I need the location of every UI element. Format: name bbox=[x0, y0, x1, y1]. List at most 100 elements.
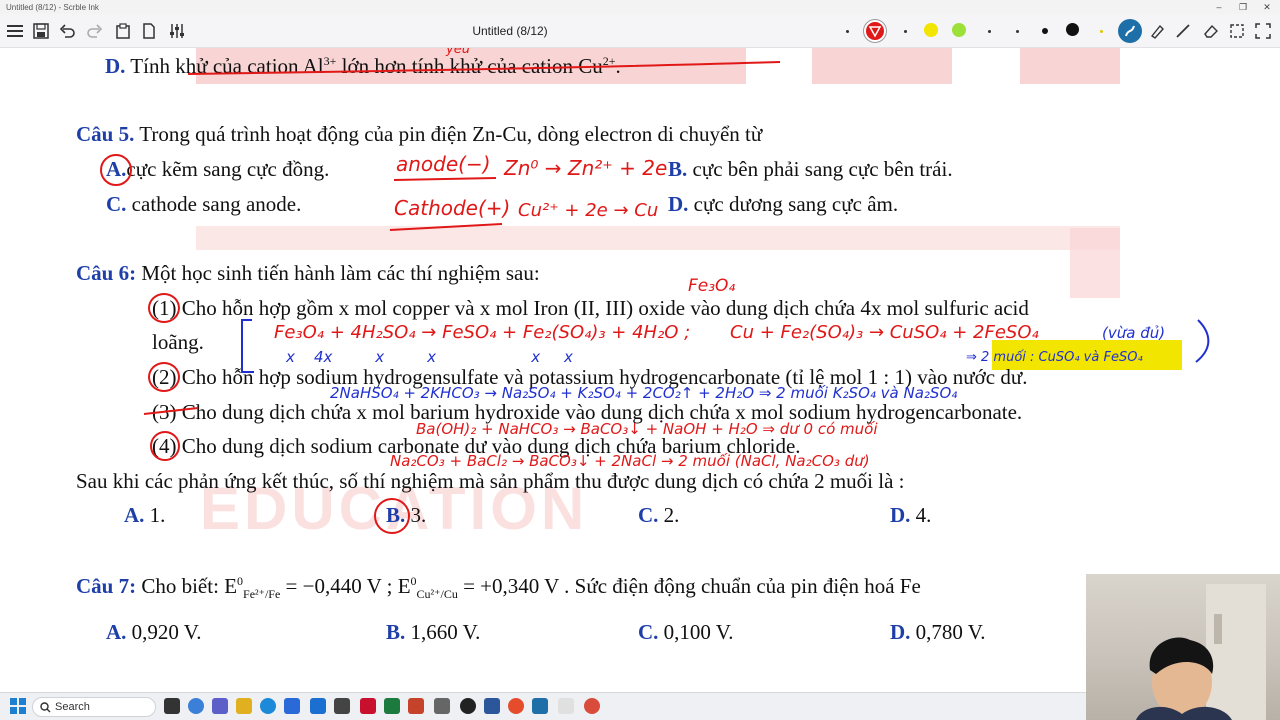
fullscreen-icon[interactable] bbox=[1252, 20, 1274, 42]
eraser-icon[interactable] bbox=[1200, 20, 1222, 42]
windows-start-icon[interactable] bbox=[10, 698, 26, 714]
watermark-shape bbox=[1070, 228, 1120, 298]
edge-icon[interactable] bbox=[260, 698, 276, 714]
q5-option-d[interactable]: D. cực dương sang cực âm. bbox=[668, 192, 898, 217]
q7-option-a[interactable]: A. 0,920 V. bbox=[106, 620, 202, 645]
option-text: 0,920 V. bbox=[131, 620, 202, 644]
powerpoint-icon[interactable] bbox=[408, 698, 424, 714]
minimize-button[interactable]: – bbox=[1208, 1, 1230, 13]
option-text: 1. bbox=[144, 503, 166, 527]
option-text: 0,100 V. bbox=[663, 620, 734, 644]
option-label: B. bbox=[386, 620, 406, 644]
maximize-button[interactable]: ❐ bbox=[1232, 1, 1254, 13]
question-label: Câu 6: bbox=[76, 261, 137, 285]
option-label: C. bbox=[106, 192, 127, 216]
teams-icon[interactable] bbox=[212, 698, 228, 714]
option-label: D. bbox=[668, 192, 689, 216]
annotation-yeu: yếu bbox=[446, 48, 470, 57]
question-text: Một học sinh tiến hành làm các thí nghiệ… bbox=[141, 261, 540, 285]
option-text: cathode sang anode. bbox=[131, 192, 302, 216]
terminal-icon[interactable] bbox=[334, 698, 350, 714]
green-pen-swatch[interactable] bbox=[952, 23, 966, 37]
page-icon[interactable] bbox=[138, 20, 160, 42]
select-icon[interactable] bbox=[1226, 20, 1248, 42]
size-dot[interactable] bbox=[1016, 30, 1019, 33]
webcam-overlay bbox=[1086, 574, 1280, 720]
app-icon[interactable] bbox=[558, 698, 574, 714]
question-text: = +0,340 V . Sức điện động chuẩn của pin… bbox=[463, 574, 921, 598]
answer-circle bbox=[374, 498, 410, 534]
option-label: B. bbox=[668, 157, 688, 181]
option-text: 2. bbox=[658, 503, 680, 527]
strike-annotation bbox=[143, 407, 199, 415]
item-circle bbox=[148, 362, 180, 392]
option-text: cực dương sang cực âm. bbox=[693, 192, 899, 216]
pen-icon[interactable] bbox=[1118, 19, 1142, 43]
app-icon[interactable] bbox=[310, 698, 326, 714]
question-text: Sau khi các phản ứng kết thúc, số thí ng… bbox=[76, 469, 905, 493]
undo-icon[interactable] bbox=[56, 20, 78, 42]
line-icon[interactable] bbox=[1172, 20, 1194, 42]
size-dot[interactable] bbox=[846, 30, 849, 33]
q5-option-a[interactable]: A.cực kẽm sang cực đồng. bbox=[106, 157, 329, 182]
chrome-icon[interactable] bbox=[508, 698, 524, 714]
app-icon[interactable] bbox=[434, 698, 450, 714]
copilot-icon[interactable] bbox=[188, 698, 204, 714]
strike-annotation bbox=[187, 61, 781, 75]
q7-option-b[interactable]: B. 1,660 V. bbox=[386, 620, 480, 645]
q7-option-c[interactable]: C. 0,100 V. bbox=[638, 620, 734, 645]
option-label: D. bbox=[890, 620, 911, 644]
item-circle bbox=[150, 431, 180, 461]
q6-option-c[interactable]: C. 2. bbox=[638, 503, 679, 528]
watermark-shape bbox=[196, 226, 1120, 250]
menu-icon[interactable] bbox=[4, 20, 26, 42]
paste-icon[interactable] bbox=[112, 20, 134, 42]
black-pen-swatch[interactable] bbox=[1066, 23, 1079, 36]
task-view-icon[interactable] bbox=[164, 698, 180, 714]
file-explorer-icon[interactable] bbox=[236, 698, 252, 714]
q6-option-d[interactable]: D. 4. bbox=[890, 503, 931, 528]
question-text: Cho biết: bbox=[141, 574, 219, 598]
close-button[interactable]: ✕ bbox=[1256, 1, 1278, 13]
presenter-video bbox=[1136, 584, 1266, 720]
q5-option-b[interactable]: B. cực bên phải sang cực bên trái. bbox=[668, 157, 953, 182]
option-label: A. bbox=[106, 620, 127, 644]
obs-icon[interactable] bbox=[460, 698, 476, 714]
annotation-fe3o4: Fe₃O₄ bbox=[688, 276, 736, 296]
word-icon[interactable] bbox=[484, 698, 500, 714]
option-label: A. bbox=[124, 503, 145, 527]
option-label: C. bbox=[638, 503, 659, 527]
subscript: Cu²⁺/Cu bbox=[416, 587, 458, 602]
option-text: cực kẽm sang cực đồng. bbox=[126, 157, 330, 181]
size-dot[interactable] bbox=[988, 30, 991, 33]
answer-circle bbox=[100, 154, 132, 186]
settings-icon[interactable] bbox=[166, 20, 188, 42]
electrode-potential-1: E0Fe²⁺/Fe bbox=[224, 574, 281, 602]
question-text: Trong quá trình hoạt động của pin điện Z… bbox=[139, 122, 763, 146]
q5-option-c[interactable]: C. cathode sang anode. bbox=[106, 192, 301, 217]
excel-icon[interactable] bbox=[384, 698, 400, 714]
save-icon[interactable] bbox=[30, 20, 52, 42]
window-titlebar: Untitled (8/12) - Scrble Ink – ❐ ✕ bbox=[0, 0, 1280, 14]
underline-annotation bbox=[389, 177, 503, 231]
q7-option-d[interactable]: D. 0,780 V. bbox=[890, 620, 986, 645]
option-text: 1,660 V. bbox=[410, 620, 481, 644]
black-small-swatch[interactable] bbox=[1042, 28, 1048, 34]
item-text: loãng. bbox=[152, 330, 204, 354]
zalo-icon[interactable] bbox=[284, 698, 300, 714]
highlighter-icon[interactable] bbox=[1146, 20, 1168, 42]
size-dot[interactable] bbox=[1100, 30, 1103, 33]
pdf-reader-icon[interactable] bbox=[360, 698, 376, 714]
app-icon[interactable] bbox=[584, 698, 600, 714]
red-pen-swatch[interactable] bbox=[864, 20, 886, 42]
redo-icon[interactable] bbox=[84, 20, 106, 42]
q6-option-a[interactable]: A. 1. bbox=[124, 503, 165, 528]
yellow-pen-swatch[interactable] bbox=[924, 23, 938, 37]
q7-stem: Câu 7: Cho biết: E0Fe²⁺/Fe = −0,440 V ; … bbox=[76, 574, 921, 602]
scrble-ink-icon[interactable] bbox=[532, 698, 548, 714]
question-label: Câu 7: bbox=[76, 574, 137, 598]
size-dot[interactable] bbox=[904, 30, 907, 33]
q6-item-1-cont: loãng. bbox=[152, 330, 204, 355]
q5-stem: Câu 5. Trong quá trình hoạt động của pin… bbox=[76, 122, 762, 147]
question-text: = −0,440 V ; bbox=[285, 574, 393, 598]
